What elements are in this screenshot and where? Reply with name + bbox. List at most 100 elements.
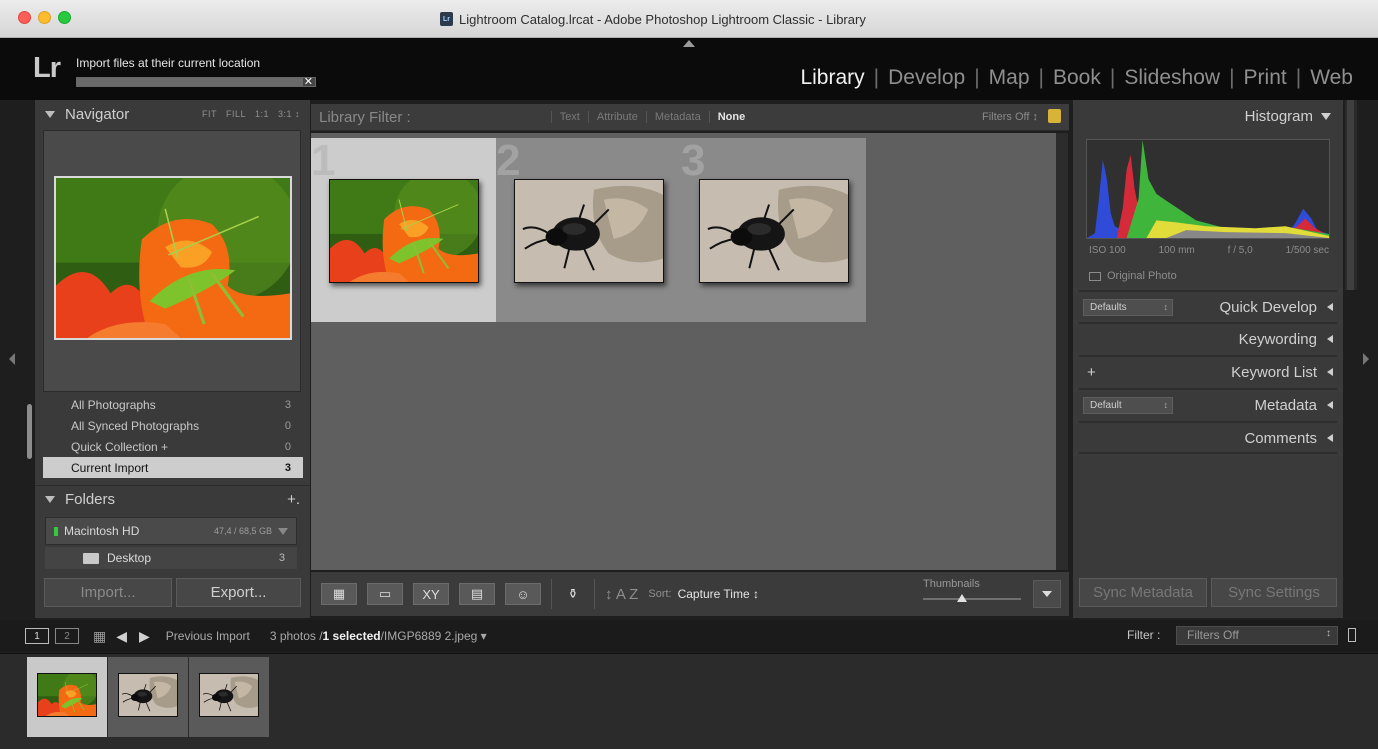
thumbnail-grid[interactable]: 123	[311, 133, 1056, 570]
minimize-window-button[interactable]	[38, 11, 51, 24]
module-develop[interactable]: Develop	[879, 66, 974, 90]
photo-thumbnail[interactable]	[514, 179, 664, 283]
module-print[interactable]: Print	[1235, 66, 1296, 90]
expand-section-icon[interactable]	[1327, 434, 1333, 442]
navigator-preview[interactable]	[43, 130, 301, 392]
filmstrip-thumbnail[interactable]	[37, 673, 97, 717]
photo-filename-dropdown[interactable]: /IMGP6889 2.jpeg ▾	[381, 629, 487, 643]
arrow-right-icon[interactable]: ▶	[139, 628, 150, 645]
catalog-item[interactable]: Quick Collection + 0	[43, 436, 303, 457]
expand-section-icon[interactable]	[1327, 401, 1333, 409]
zoom-fill[interactable]: FILL	[226, 109, 246, 119]
filter-option-attribute[interactable]: Attribute	[587, 111, 646, 123]
zoom-custom[interactable]: 3:1 ↕	[278, 109, 300, 119]
histogram-header[interactable]: Histogram	[1245, 108, 1331, 125]
catalog-item[interactable]: Current Import 3	[43, 457, 303, 478]
expand-section-icon[interactable]	[1327, 368, 1333, 376]
sort-select[interactable]: Capture Time ↕	[678, 587, 759, 601]
add-folder-button[interactable]: +.	[287, 491, 300, 508]
module-web[interactable]: Web	[1301, 66, 1362, 90]
expand-section-icon[interactable]	[1327, 335, 1333, 343]
survey-view-icon[interactable]: ▤	[459, 583, 495, 605]
add-keyword-button[interactable]: +	[1087, 364, 1096, 381]
zoom-window-button[interactable]	[58, 11, 71, 24]
panel-section-keywording[interactable]: Keywording	[1079, 322, 1337, 354]
compare-view-icon[interactable]: XY	[413, 583, 449, 605]
section-title: Keywording	[1238, 330, 1317, 348]
import-button[interactable]: Import...	[44, 578, 172, 607]
folder-desktop[interactable]: Desktop 3	[45, 547, 297, 569]
zoom-fit[interactable]: FIT	[202, 109, 217, 119]
navigator-title: Navigator	[65, 105, 130, 123]
left-panel-scrollbar[interactable]	[27, 404, 32, 459]
filter-preset-select[interactable]: Filters Off ↕	[982, 111, 1038, 123]
filmstrip-thumbnail[interactable]	[199, 673, 259, 717]
module-book[interactable]: Book	[1044, 66, 1110, 90]
filmstrip-thumbnail[interactable]	[118, 673, 178, 717]
right-panel-scrollbar[interactable]	[1345, 100, 1357, 290]
catalog-item-count: 0	[284, 440, 291, 453]
filmstrip-source[interactable]: Previous Import	[166, 629, 250, 643]
filmstrip-filter-select[interactable]: Filters Off	[1176, 626, 1338, 645]
histogram-chart[interactable]	[1086, 139, 1330, 239]
thumbnail-size-slider[interactable]	[923, 594, 1021, 602]
filter-option-none[interactable]: None	[708, 111, 754, 123]
library-filter-title: Library Filter :	[319, 108, 411, 126]
grid-view-icon[interactable]: ▦	[321, 583, 357, 605]
panel-section-metadata[interactable]: Default Metadata	[1079, 388, 1337, 420]
checkbox-icon[interactable]	[1089, 271, 1101, 281]
filmstrip-cell[interactable]	[27, 657, 107, 737]
module-library[interactable]: Library	[791, 66, 873, 90]
collapse-top-panel-icon[interactable]	[683, 40, 695, 47]
volume-macintosh-hd[interactable]: Macintosh HD 47,4 / 68,5 GB	[45, 517, 297, 545]
filmstrip-cell[interactable]	[189, 657, 269, 737]
grid-cell[interactable]: 3	[681, 136, 866, 322]
volume-expand-icon[interactable]	[278, 527, 288, 535]
sort-direction-icon[interactable]: ↕ A Z	[605, 586, 638, 603]
grid-icon[interactable]: ▦	[93, 628, 106, 645]
panel-section-comments[interactable]: Comments	[1079, 421, 1337, 453]
lock-icon[interactable]	[1048, 109, 1061, 123]
section-title: Quick Develop	[1219, 298, 1317, 316]
filter-option-text[interactable]: Text	[550, 111, 588, 123]
painter-icon[interactable]: ⚱	[562, 583, 584, 605]
loupe-view-icon[interactable]: ▭	[367, 583, 403, 605]
navigator-header[interactable]: Navigator FIT FILL 1:1 3:1 ↕	[35, 100, 310, 128]
module-map[interactable]: Map	[980, 66, 1039, 90]
filmstrip[interactable]	[0, 653, 1378, 749]
module-slideshow[interactable]: Slideshow	[1115, 66, 1229, 90]
sync-settings-button[interactable]: Sync Settings	[1211, 578, 1337, 607]
sort-label: Sort:	[648, 588, 672, 600]
arrow-left-icon[interactable]: ◀	[116, 628, 127, 645]
filmstrip-cell[interactable]	[108, 657, 188, 737]
grid-scrollbar[interactable]	[1056, 133, 1068, 570]
preset-select[interactable]: Default	[1083, 396, 1173, 414]
expand-section-icon[interactable]	[1327, 303, 1333, 311]
zoom-1-1[interactable]: 1:1	[255, 109, 269, 119]
scrollbar-thumb[interactable]	[1347, 100, 1354, 290]
panel-section-keyword-list[interactable]: + Keyword List	[1079, 355, 1337, 387]
collapse-left-panel-icon[interactable]	[9, 353, 15, 365]
photo-thumbnail[interactable]	[699, 179, 849, 283]
people-view-icon[interactable]: ☺	[505, 583, 541, 605]
main-screen-button[interactable]: 1	[25, 628, 49, 644]
slider-knob[interactable]	[957, 594, 967, 602]
photo-thumbnail[interactable]	[329, 179, 479, 283]
export-button[interactable]: Export...	[176, 578, 301, 607]
cancel-import-icon[interactable]: ✕	[304, 75, 313, 88]
second-screen-button[interactable]: 2	[55, 628, 79, 644]
filmstrip-lock-icon[interactable]	[1348, 628, 1356, 642]
collapse-right-panel-icon[interactable]	[1363, 353, 1369, 365]
sync-metadata-button[interactable]: Sync Metadata	[1079, 578, 1207, 607]
preset-select[interactable]: Defaults	[1083, 298, 1173, 316]
grid-cell[interactable]: 1	[311, 136, 496, 322]
catalog-item[interactable]: All Synced Photographs 0	[43, 415, 303, 436]
catalog-item[interactable]: All Photographs 3	[43, 394, 303, 415]
close-window-button[interactable]	[18, 11, 31, 24]
folders-header[interactable]: Folders +.	[35, 485, 310, 513]
toolbar-options-button[interactable]	[1033, 580, 1061, 608]
filter-option-metadata[interactable]: Metadata	[645, 111, 709, 123]
original-photo-toggle[interactable]: Original Photo	[1089, 270, 1177, 282]
panel-section-quick-develop[interactable]: Defaults Quick Develop	[1079, 290, 1337, 322]
grid-cell[interactable]: 2	[496, 136, 681, 322]
